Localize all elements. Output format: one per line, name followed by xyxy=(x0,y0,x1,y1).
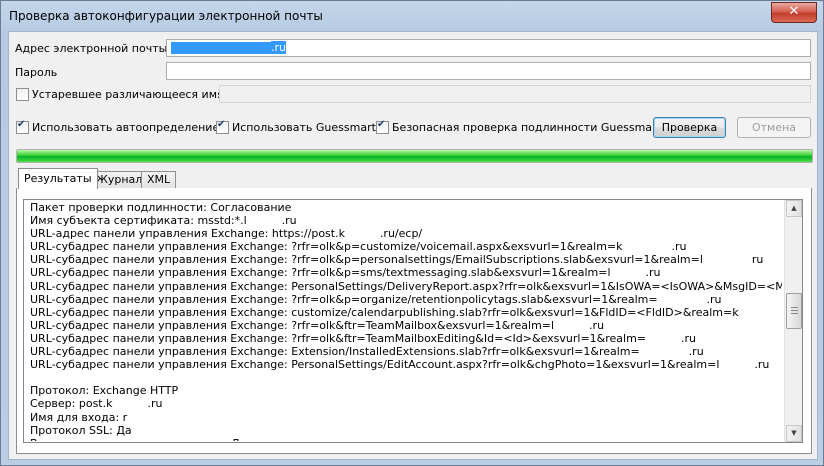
password-label: Пароль xyxy=(15,66,58,79)
results-line: Протокол SSL: Да xyxy=(30,423,132,437)
email-label: Адрес электронной почты xyxy=(15,42,168,55)
results-line: URL-субадрес панели управления Exchange:… xyxy=(30,318,605,332)
close-icon: ✕ xyxy=(788,4,800,19)
results-text[interactable]: Пакет проверки подлинности: Согласование… xyxy=(30,201,782,441)
tab-xml[interactable]: XML xyxy=(141,171,177,188)
email-selected-text xyxy=(171,42,271,54)
email-domain-text: .ru xyxy=(271,41,286,54)
use-autodiscover-checkbox[interactable] xyxy=(16,119,29,134)
legacy-dn-checkbox[interactable] xyxy=(16,88,29,101)
email-input[interactable]: .ru xyxy=(166,39,811,57)
use-guessmart-label: Использовать Guessmart xyxy=(232,121,376,134)
close-button[interactable]: ✕ xyxy=(771,2,817,23)
results-line: Сервер: post.k .ru xyxy=(30,397,163,411)
results-line: URL-субадрес панели управления Exchange:… xyxy=(30,279,782,293)
results-line: URL-субадрес панели управления Exchange:… xyxy=(30,266,661,280)
legacy-dn-input[interactable] xyxy=(219,85,811,103)
results-line: URL-субадрес панели управления Exchange:… xyxy=(30,240,687,254)
cancel-button[interactable]: Отмена xyxy=(737,117,811,138)
dialog-body: Адрес электронной почты .ru Пароль Устар… xyxy=(8,31,818,460)
scroll-up-arrow-icon[interactable]: ▲ xyxy=(786,200,802,217)
scroll-thumb[interactable] xyxy=(786,293,802,329)
progress-fill xyxy=(17,150,812,162)
tab-log[interactable]: Журнал xyxy=(90,171,149,188)
legacy-dn-label: Устаревшее различающееся имя xyxy=(32,88,224,101)
results-line: URL-субадрес панели управления Exchange:… xyxy=(30,292,722,306)
results-line: URL-субадрес панели управления Exchange:… xyxy=(30,345,704,359)
results-line: Пакет проверки подлинности: Согласование xyxy=(30,201,292,214)
results-line: Имя субъекта сертификата: msstd:*.l .ru xyxy=(30,214,297,228)
results-line: Имя для входа: r xyxy=(30,410,128,424)
use-guessmart-checkbox[interactable] xyxy=(216,119,229,134)
title-bar[interactable]: Проверка автоконфигурации электронной по… xyxy=(1,1,823,31)
results-line: URL-субадрес панели управления Exchange:… xyxy=(30,253,764,267)
results-line xyxy=(30,371,782,384)
secure-guessmart-label: Безопасная проверка подлинности Guessmar… xyxy=(392,121,661,134)
password-input[interactable] xyxy=(166,62,811,80)
secure-guessmart-checkbox[interactable] xyxy=(376,119,389,134)
autoconfig-dialog: Проверка автоконфигурации электронной по… xyxy=(0,0,824,466)
results-line: URL-субадрес панели управления Exchange:… xyxy=(30,331,696,345)
results-line: URL-субадрес панели управления Exchange:… xyxy=(30,305,782,319)
window-title: Проверка автоконфигурации электронной по… xyxy=(9,9,323,23)
scroll-down-arrow-icon[interactable]: ▼ xyxy=(786,425,802,442)
results-line: Взаимная проверка подлинности: Да xyxy=(30,437,782,441)
results-panel: Пакет проверки подлинности: Согласование… xyxy=(16,188,812,454)
use-autodiscover-label: Использовать автоопределение xyxy=(32,121,220,134)
results-line: URL-адрес панели управления Exchange: ht… xyxy=(30,227,423,241)
results-textbox[interactable]: Пакет проверки подлинности: Согласование… xyxy=(23,199,803,443)
test-button[interactable]: Проверка xyxy=(653,117,726,138)
progress-bar xyxy=(16,149,813,163)
tab-results[interactable]: Результаты xyxy=(18,168,98,189)
results-line: Протокол: Exchange HTTP xyxy=(30,384,179,398)
results-line: URL-субадрес панели управления Exchange:… xyxy=(30,358,770,372)
vertical-scrollbar[interactable]: ▲ ▼ xyxy=(784,200,802,442)
